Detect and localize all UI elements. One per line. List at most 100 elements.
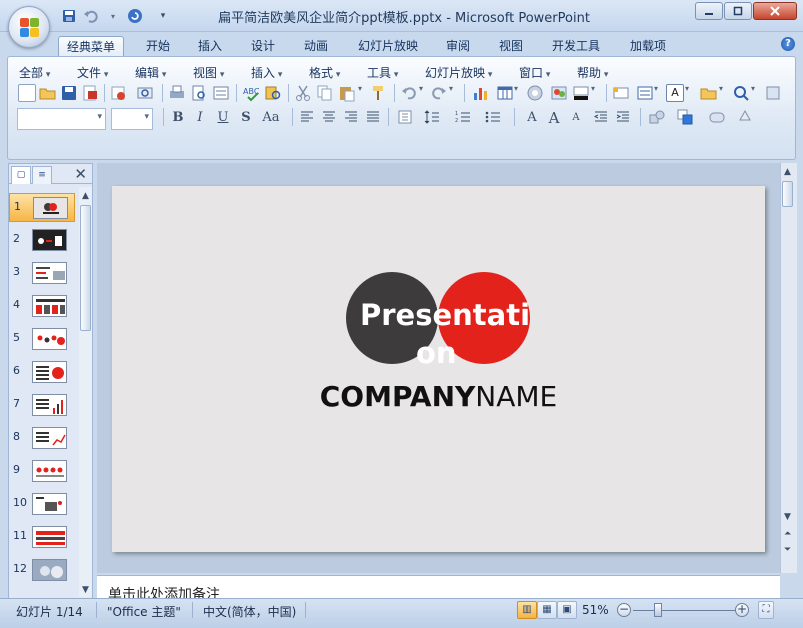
theme-name[interactable]: "Office 主题" bbox=[107, 603, 181, 620]
slide-thumbnail[interactable]: 5 bbox=[9, 325, 75, 354]
zoom-slider-track[interactable] bbox=[633, 610, 736, 611]
shape-fill-icon[interactable] bbox=[736, 108, 754, 126]
scroll-down-icon[interactable]: ▼ bbox=[82, 585, 89, 595]
layout-dropdown-icon[interactable]: ▾ bbox=[654, 84, 662, 102]
email-icon[interactable] bbox=[110, 84, 128, 102]
restore-icon[interactable] bbox=[724, 2, 752, 20]
tab-view[interactable]: 视图 bbox=[489, 36, 533, 56]
zoom-in-icon[interactable]: + bbox=[735, 603, 749, 617]
slide-thumbnail[interactable]: 8 bbox=[9, 424, 75, 453]
tab-addins[interactable]: 加载项 bbox=[620, 36, 676, 56]
tab-review[interactable]: 审阅 bbox=[436, 36, 480, 56]
close-icon[interactable] bbox=[753, 2, 797, 20]
slide-thumbnail[interactable]: 3 bbox=[9, 259, 75, 288]
slide-thumbnail[interactable]: 4 bbox=[9, 292, 75, 321]
open-folder-icon[interactable] bbox=[39, 84, 57, 102]
line-spacing-icon[interactable] bbox=[423, 108, 441, 126]
minimize-icon[interactable] bbox=[695, 2, 723, 20]
notes-pane[interactable]: 单击此处添加备注 bbox=[97, 575, 780, 599]
menu-edit[interactable]: 编辑 bbox=[135, 64, 166, 81]
bullets-icon[interactable] bbox=[484, 108, 502, 126]
copy-icon[interactable] bbox=[316, 84, 334, 102]
scroll-up-icon[interactable]: ▲ bbox=[82, 191, 89, 201]
tab-insert[interactable]: 插入 bbox=[188, 36, 232, 56]
zoom-level[interactable]: 51% bbox=[582, 603, 609, 617]
slide-thumbnail[interactable]: 7 bbox=[9, 391, 75, 420]
undo-dropdown-icon[interactable]: ▾ bbox=[419, 84, 427, 102]
redo-icon[interactable] bbox=[430, 84, 448, 102]
language-indicator[interactable]: 中文(简体，中国) bbox=[203, 603, 296, 620]
bold-button[interactable]: B bbox=[168, 108, 188, 128]
format-painter-icon[interactable] bbox=[370, 84, 388, 102]
layout-icon[interactable] bbox=[636, 84, 654, 102]
cut-icon[interactable] bbox=[294, 84, 312, 102]
text-direction-icon[interactable] bbox=[396, 108, 414, 126]
shapes-icon[interactable] bbox=[648, 108, 666, 126]
menu-format[interactable]: 格式 bbox=[309, 64, 340, 81]
shadow-button[interactable]: S bbox=[236, 108, 256, 128]
save-icon[interactable] bbox=[60, 84, 78, 102]
slide-thumbnail[interactable]: 2 bbox=[9, 226, 75, 255]
tab-developer[interactable]: 开发工具 bbox=[542, 36, 610, 56]
picture-icon[interactable] bbox=[550, 84, 568, 102]
tab-home[interactable]: 开始 bbox=[136, 36, 180, 56]
numbering-icon[interactable]: 12 bbox=[454, 108, 472, 126]
align-left-icon[interactable] bbox=[298, 108, 316, 126]
tab-slideshow[interactable]: 幻灯片放映 bbox=[350, 36, 426, 56]
tab-animation[interactable]: 动画 bbox=[294, 36, 338, 56]
slides-tab-icon[interactable]: ▢ bbox=[11, 166, 31, 184]
chart-icon[interactable] bbox=[472, 84, 490, 102]
align-right-icon[interactable] bbox=[342, 108, 360, 126]
slide-thumbnail[interactable]: 9 bbox=[9, 457, 75, 486]
increase-indent-icon[interactable] bbox=[614, 108, 632, 126]
presentation-title[interactable]: Presentati on bbox=[360, 296, 530, 372]
menu-help[interactable]: 帮助 bbox=[577, 64, 608, 81]
arrange-icon[interactable] bbox=[676, 108, 694, 126]
slide-canvas[interactable]: Presentati on COMPANYNAME bbox=[112, 186, 765, 552]
fill-color-icon[interactable] bbox=[572, 84, 590, 102]
undo-icon[interactable] bbox=[400, 84, 418, 102]
scrollbar-thumb[interactable] bbox=[80, 205, 91, 331]
tab-classic-menu[interactable]: 经典菜单 bbox=[58, 36, 124, 56]
new-slide-icon[interactable] bbox=[612, 84, 630, 102]
new-document-icon[interactable] bbox=[18, 84, 36, 102]
spelling-icon[interactable]: ABC bbox=[242, 84, 260, 102]
help-icon[interactable]: ? bbox=[781, 37, 795, 51]
decrease-indent-icon[interactable] bbox=[592, 108, 610, 126]
menu-slideshow[interactable]: 幻灯片放映 bbox=[425, 64, 492, 81]
scroll-down-icon[interactable]: ▼ bbox=[784, 512, 791, 522]
italic-button[interactable]: I bbox=[190, 108, 210, 128]
redo-dropdown-icon[interactable]: ▾ bbox=[449, 84, 457, 102]
tab-design[interactable]: 设计 bbox=[241, 36, 285, 56]
research-book-icon[interactable] bbox=[264, 84, 282, 102]
normal-view-icon[interactable]: ▥ bbox=[517, 601, 537, 619]
print-icon[interactable] bbox=[168, 84, 186, 102]
menu-view[interactable]: 视图 bbox=[193, 64, 224, 81]
menu-file[interactable]: 文件 bbox=[77, 64, 108, 81]
text-box-dropdown-icon[interactable]: ▾ bbox=[685, 84, 693, 102]
fit-to-window-icon[interactable]: ⛶ bbox=[758, 601, 774, 619]
slide-thumbnail[interactable]: 12 bbox=[9, 556, 75, 585]
font-name-combo[interactable] bbox=[17, 108, 106, 130]
more-tools-icon[interactable] bbox=[764, 84, 782, 102]
office-button[interactable] bbox=[8, 6, 50, 48]
shrink-font-button[interactable]: A bbox=[566, 108, 586, 128]
paste-dropdown-icon[interactable]: ▾ bbox=[358, 84, 366, 102]
search-dropdown-icon[interactable]: ▾ bbox=[751, 84, 759, 102]
permission-icon[interactable] bbox=[81, 84, 99, 102]
search-icon[interactable] bbox=[732, 84, 750, 102]
print-preview-icon[interactable] bbox=[136, 84, 154, 102]
slides-pane-scrollbar[interactable]: ▲ ▼ bbox=[79, 187, 92, 597]
underline-button[interactable]: U bbox=[213, 108, 233, 128]
next-slide-icon[interactable]: ⏷ bbox=[784, 545, 791, 555]
slide-thumbnail[interactable]: 6 bbox=[9, 358, 75, 387]
company-name[interactable]: COMPANYNAME bbox=[112, 380, 765, 413]
table-dropdown-icon[interactable]: ▾ bbox=[514, 84, 522, 102]
zoom-out-icon[interactable]: − bbox=[617, 603, 631, 617]
slide-scrollbar[interactable]: ▲ ▼ ⏶ ⏷ bbox=[780, 163, 797, 573]
menu-window[interactable]: 窗口 bbox=[519, 64, 550, 81]
preview-icon[interactable] bbox=[190, 84, 208, 102]
folder-icon[interactable] bbox=[700, 84, 718, 102]
font-size-combo[interactable] bbox=[111, 108, 153, 130]
menu-all[interactable]: 全部 bbox=[19, 64, 50, 81]
